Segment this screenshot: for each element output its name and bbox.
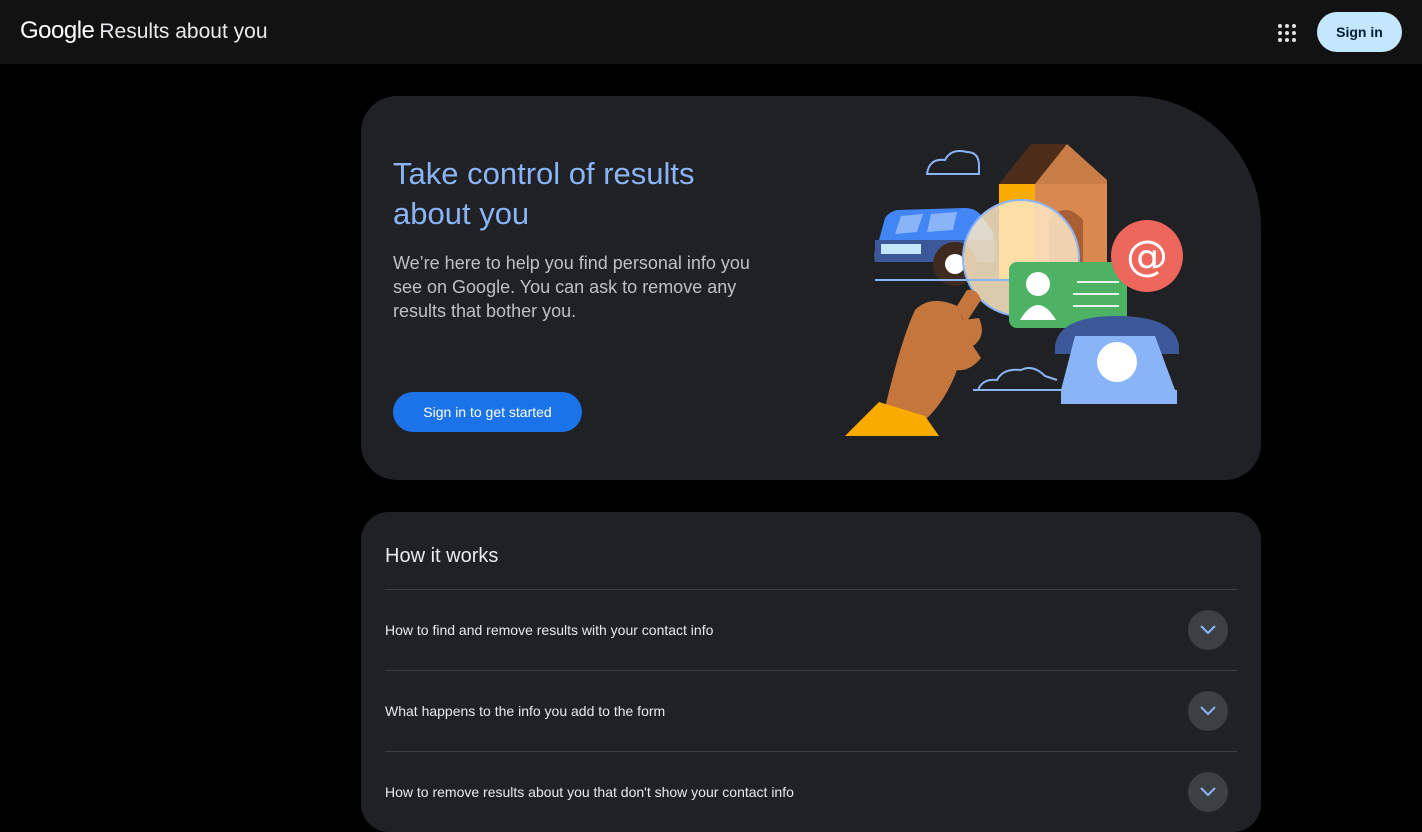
faq-question[interactable]: How to find and remove results with your… <box>385 622 713 638</box>
faq-question[interactable]: How to remove results about you that don… <box>385 784 794 800</box>
faq-item-no-contact-info[interactable]: How to remove results about you that don… <box>385 751 1237 832</box>
svg-text:@: @ <box>1126 231 1168 280</box>
how-it-works-card: How it works How to find and remove resu… <box>361 512 1261 832</box>
hero-description: We’re here to help you find personal inf… <box>393 253 750 321</box>
hero-title: Take control of results about you <box>393 156 695 231</box>
apps-grid-icon[interactable] <box>1269 16 1301 48</box>
sign-in-to-get-started-button[interactable]: Sign in to get started <box>393 392 582 432</box>
chevron-down-icon[interactable] <box>1188 772 1228 812</box>
faq-question[interactable]: What happens to the info you add to the … <box>385 703 665 719</box>
product-name[interactable]: Results about you <box>99 20 267 44</box>
brand[interactable]: Google Results about you <box>20 17 268 45</box>
chevron-down-icon[interactable] <box>1188 691 1228 731</box>
top-bar: Google Results about you Sign in <box>0 0 1422 64</box>
personal-info-illustration: @ <box>845 144 1183 436</box>
sign-in-button[interactable]: Sign in <box>1317 12 1402 52</box>
google-logo[interactable]: Google <box>20 17 95 45</box>
hero-card: Take control of results about you We’re … <box>361 96 1261 480</box>
how-it-works-title: How it works <box>385 545 499 567</box>
faq-item-form-info[interactable]: What happens to the info you add to the … <box>385 670 1237 751</box>
chevron-down-icon[interactable] <box>1188 610 1228 650</box>
faq-item-contact-info[interactable]: How to find and remove results with your… <box>385 589 1237 670</box>
